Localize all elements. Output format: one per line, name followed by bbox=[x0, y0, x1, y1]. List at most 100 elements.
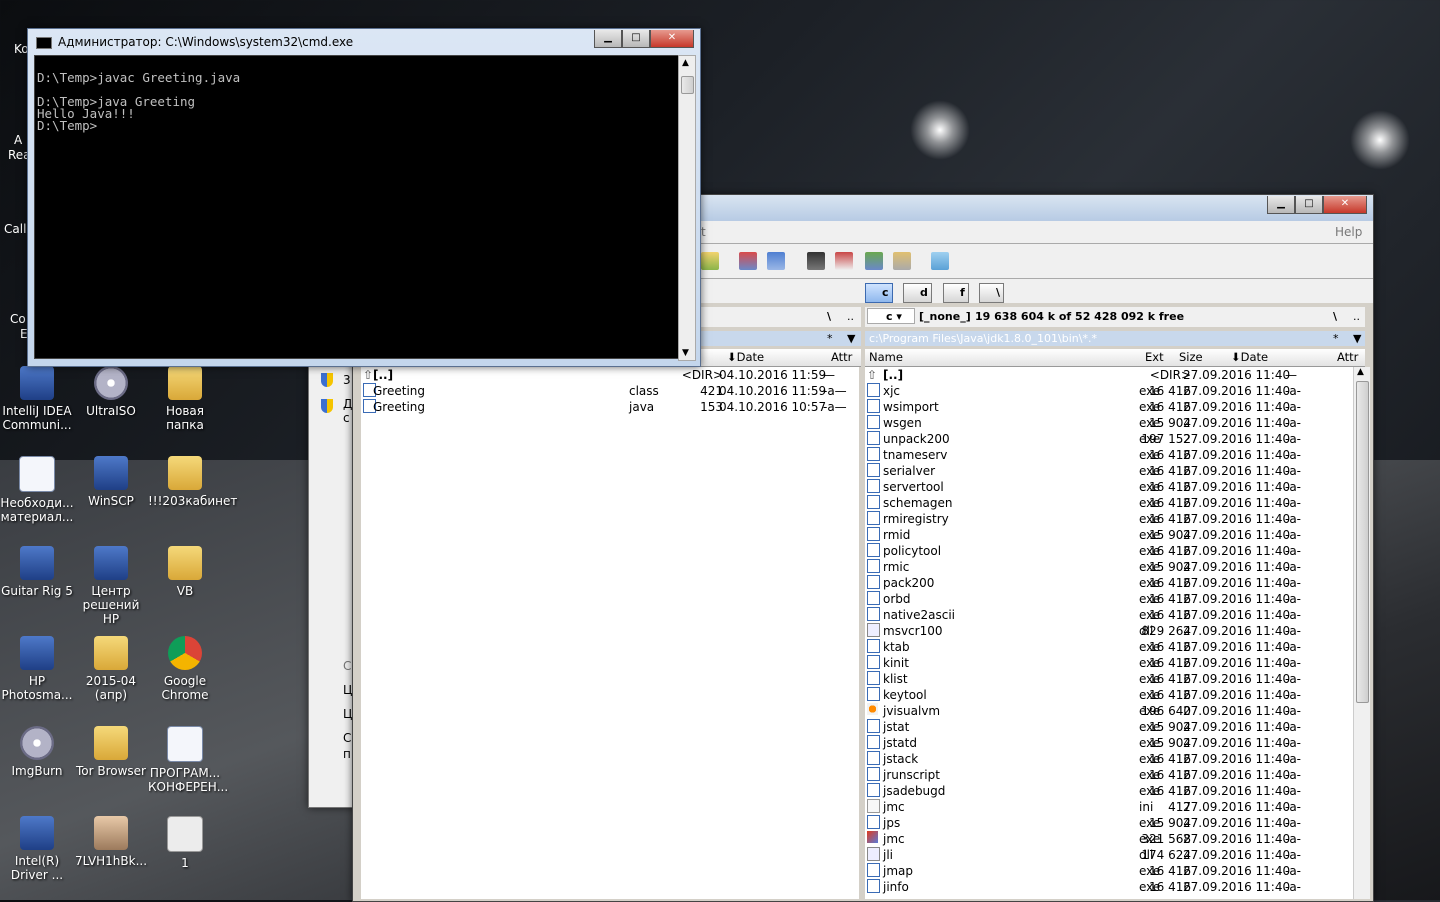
desktop-icon[interactable]: UltraISO bbox=[74, 366, 148, 418]
file-row[interactable]: jstatd exe 15 904 27.09.2016 11:40 -a- bbox=[865, 735, 1353, 751]
scrollbar-thumb[interactable] bbox=[681, 76, 694, 94]
desktop-icon[interactable]: Google Chrome bbox=[148, 636, 222, 702]
desktop-icon[interactable]: 1 bbox=[148, 816, 222, 870]
desktop-icon[interactable]: ImgBurn bbox=[0, 726, 74, 778]
nav-up-button[interactable]: .. bbox=[847, 307, 854, 327]
col-size[interactable]: Size bbox=[1179, 349, 1203, 366]
desktop-icon[interactable]: Необходи... материал... bbox=[0, 456, 74, 524]
drive-button-d[interactable]: d bbox=[903, 283, 932, 303]
file-row[interactable]: unpack200 exe 197 152 27.09.2016 11:40 -a- bbox=[865, 431, 1353, 447]
desktop-icon[interactable]: Центр решений HP bbox=[74, 546, 148, 626]
file-row[interactable]: Greeting java 153 04.10.2016 10:57 -a— bbox=[361, 399, 859, 415]
url-icon[interactable] bbox=[767, 252, 785, 270]
right-panel-scrollbar[interactable]: ▲ bbox=[1353, 367, 1370, 899]
desktop-icon[interactable]: 7LVH1hBk... bbox=[74, 816, 148, 868]
nav-root-button[interactable]: \ bbox=[827, 307, 831, 327]
filter-star[interactable]: * bbox=[1333, 331, 1339, 346]
cmd-scrollbar[interactable]: ▲ ▼ bbox=[678, 55, 696, 361]
file-row[interactable]: orbd exe 16 416 27.09.2016 11:40 -a- bbox=[865, 591, 1353, 607]
desktop-icon[interactable]: Tor Browser bbox=[74, 726, 148, 778]
desktop-icon[interactable]: !!!203кабинет bbox=[148, 456, 237, 508]
file-row[interactable]: rmic exe 15 904 27.09.2016 11:40 -a- bbox=[865, 559, 1353, 575]
desktop-icon[interactable]: Guitar Rig 5 bbox=[0, 546, 74, 598]
scrollbar-thumb[interactable] bbox=[1356, 381, 1369, 703]
pack-icon[interactable] bbox=[701, 252, 719, 270]
col-ext[interactable]: Ext bbox=[1145, 349, 1164, 366]
col-date[interactable]: ⬇ Date bbox=[727, 349, 764, 366]
file-row[interactable]: rmiregistry exe 16 416 27.09.2016 11:40 -a- bbox=[865, 511, 1353, 527]
desktop-icon[interactable]: IntelliJ IDEA Communi... bbox=[0, 366, 74, 432]
file-row[interactable]: schemagen exe 16 416 27.09.2016 11:40 -a- bbox=[865, 495, 1353, 511]
menu-item-help[interactable]: Help bbox=[1335, 225, 1362, 239]
file-row[interactable]: wsgen exe 15 904 27.09.2016 11:40 -a- bbox=[865, 415, 1353, 431]
desktop-icon[interactable]: WinSCP bbox=[74, 456, 148, 508]
scroll-up-icon[interactable]: ▲ bbox=[1357, 367, 1364, 377]
file-row[interactable]: ⇧ [..] <DIR> 27.09.2016 11:40— bbox=[865, 367, 1353, 383]
minimize-button[interactable]: ▁ bbox=[1267, 196, 1295, 214]
cmd-window[interactable]: Администратор: C:\Windows\system32\cmd.e… bbox=[27, 28, 701, 367]
maximize-button[interactable]: □ bbox=[1295, 196, 1323, 214]
menu-item-partial[interactable]: t bbox=[701, 225, 706, 239]
clipboard-icon[interactable] bbox=[893, 252, 911, 270]
minimize-button[interactable]: ▁ bbox=[594, 30, 622, 48]
desktop-icon[interactable]: 2015-04 (апр) bbox=[74, 636, 148, 702]
col-date[interactable]: ⬇ Date bbox=[1231, 349, 1268, 366]
col-attr[interactable]: Attr bbox=[1337, 349, 1358, 366]
right-path-bar[interactable]: c:\Program Files\Java\jdk1.8.0_101\bin\*… bbox=[865, 331, 1365, 346]
col-name[interactable]: Name bbox=[869, 349, 903, 366]
file-row[interactable]: ktab exe 16 416 27.09.2016 11:40 -a- bbox=[865, 639, 1353, 655]
notepad-icon[interactable] bbox=[931, 252, 949, 270]
file-row[interactable]: Greeting class 421 04.10.2016 11:59 -a— bbox=[361, 383, 859, 399]
desktop-icon[interactable]: HP Photosma... bbox=[0, 636, 74, 702]
scroll-up-icon[interactable]: ▲ bbox=[682, 58, 689, 68]
desktop-icon[interactable]: VB bbox=[148, 546, 222, 598]
file-row[interactable]: jrunscript exe 16 416 27.09.2016 11:40 -a- bbox=[865, 767, 1353, 783]
file-row[interactable]: jsadebugd exe 16 416 27.09.2016 11:40 -a- bbox=[865, 783, 1353, 799]
file-row[interactable]: jstack exe 16 416 27.09.2016 11:40 -a- bbox=[865, 751, 1353, 767]
file-row[interactable]: xjc exe 16 416 27.09.2016 11:40 -a- bbox=[865, 383, 1353, 399]
file-row[interactable]: kinit exe 16 416 27.09.2016 11:40 -a- bbox=[865, 655, 1353, 671]
file-row[interactable]: jmc ini 417 27.09.2016 11:40 -a- bbox=[865, 799, 1353, 815]
file-row[interactable]: policytool exe 16 416 27.09.2016 11:40 -a- bbox=[865, 543, 1353, 559]
drive-button-c[interactable]: c bbox=[865, 283, 893, 303]
file-row[interactable]: native2ascii exe 16 416 27.09.2016 11:40 -a- bbox=[865, 607, 1353, 623]
multi-rename-icon[interactable] bbox=[835, 252, 853, 270]
cmd-titlebar[interactable]: Администратор: C:\Windows\system32\cmd.e… bbox=[28, 29, 700, 55]
history-dropdown-icon[interactable]: ▼ bbox=[847, 331, 855, 346]
desktop-icon[interactable]: Intel(R) Driver ... bbox=[0, 816, 74, 882]
file-row[interactable]: pack200 exe 16 416 27.09.2016 11:40 -a- bbox=[865, 575, 1353, 591]
file-row[interactable]: rmid exe 15 904 27.09.2016 11:40 -a- bbox=[865, 527, 1353, 543]
file-row[interactable]: jstat exe 15 904 27.09.2016 11:40 -a- bbox=[865, 719, 1353, 735]
right-file-panel[interactable]: ⇧ [..] <DIR> 27.09.2016 11:40— xjc exe 16 416 2… bbox=[865, 367, 1353, 899]
history-dropdown-icon[interactable]: ▼ bbox=[1353, 331, 1361, 346]
file-row[interactable]: klist exe 16 416 27.09.2016 11:40 -a- bbox=[865, 671, 1353, 687]
filter-star[interactable]: * bbox=[827, 331, 833, 346]
sync-dirs-icon[interactable] bbox=[865, 252, 883, 270]
close-button[interactable]: ✕ bbox=[1323, 196, 1367, 214]
desktop-icon[interactable]: Новая папка bbox=[148, 366, 222, 432]
maximize-button[interactable]: □ bbox=[622, 30, 650, 48]
network-drive-button[interactable]: \ bbox=[979, 283, 1005, 303]
nav-up-button[interactable]: .. bbox=[1353, 307, 1360, 327]
drive-button-f[interactable]: f bbox=[943, 283, 969, 303]
left-file-panel[interactable]: ⇧ [..] <DIR> 04.10.2016 11:59— Greeting class… bbox=[361, 367, 859, 899]
drive-combo[interactable]: c ▾ bbox=[867, 308, 915, 324]
file-row[interactable]: tnameserv exe 16 416 27.09.2016 11:40 -a- bbox=[865, 447, 1353, 463]
file-row[interactable]: serialver exe 16 416 27.09.2016 11:40 -a- bbox=[865, 463, 1353, 479]
file-row[interactable]: jvisualvm exe 196 640 27.09.2016 11:40 -a- bbox=[865, 703, 1353, 719]
file-row[interactable]: jli dll 174 624 27.09.2016 11:40 -a- bbox=[865, 847, 1353, 863]
nav-root-button[interactable]: \ bbox=[1333, 307, 1337, 327]
search-icon[interactable] bbox=[807, 252, 825, 270]
file-row[interactable]: wsimport exe 16 416 27.09.2016 11:40 -a- bbox=[865, 399, 1353, 415]
file-row[interactable]: servertool exe 16 416 27.09.2016 11:40 -a- bbox=[865, 479, 1353, 495]
file-row[interactable]: ⇧ [..] <DIR> 04.10.2016 11:59— bbox=[361, 367, 859, 383]
scroll-down-icon[interactable]: ▼ bbox=[682, 348, 689, 358]
desktop-icon[interactable]: ПРОГРАМ... КОНФЕРЕН... bbox=[148, 726, 228, 794]
file-row[interactable]: jmap exe 16 416 27.09.2016 11:40 -a- bbox=[865, 863, 1353, 879]
file-row[interactable]: jmc exe 321 568 27.09.2016 11:40 -a- bbox=[865, 831, 1353, 847]
file-row[interactable]: keytool exe 16 416 27.09.2016 11:40 -a- bbox=[865, 687, 1353, 703]
close-button[interactable]: ✕ bbox=[650, 30, 694, 48]
file-row[interactable]: msvcr100 dll 829 264 27.09.2016 11:40 -a- bbox=[865, 623, 1353, 639]
ftp-icon[interactable] bbox=[739, 252, 757, 270]
file-row[interactable]: jps exe 15 904 27.09.2016 11:40 -a- bbox=[865, 815, 1353, 831]
